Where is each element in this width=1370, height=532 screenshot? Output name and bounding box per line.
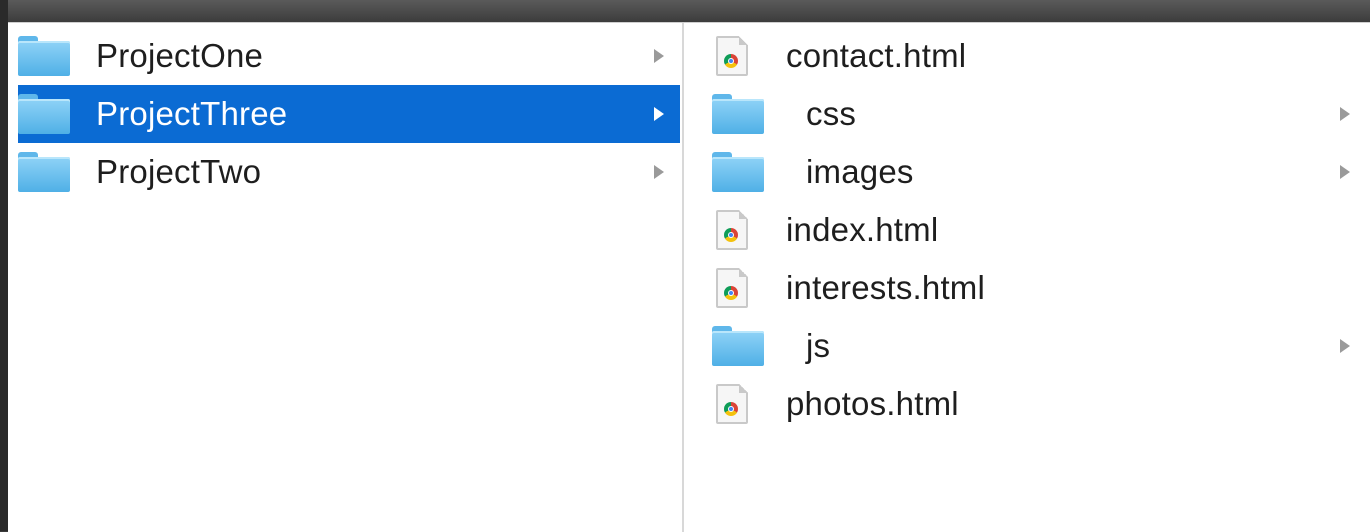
file-label: contact.html [786, 37, 967, 74]
chevron-right-icon [1340, 165, 1350, 179]
folder-icon [712, 326, 764, 366]
chevron-right-icon [1340, 339, 1350, 353]
chevron-right-icon [654, 107, 664, 121]
chevron-right-icon [1340, 107, 1350, 121]
file-label: interests.html [786, 269, 986, 306]
folder-row-projectthree[interactable]: ProjectThree [18, 85, 680, 143]
folder-label: ProjectOne [96, 37, 264, 74]
window-top-bar [0, 0, 1370, 22]
folder-label: ProjectThree [96, 95, 288, 132]
folder-icon [18, 94, 70, 134]
folder-label: ProjectTwo [96, 153, 262, 190]
column-projectthree-contents: contact.html css images index.html inter… [684, 23, 1370, 532]
folder-row-css[interactable]: css [684, 85, 1370, 143]
chevron-right-icon [654, 165, 664, 179]
folder-row-projectone[interactable]: ProjectOne [18, 27, 680, 85]
file-row-index[interactable]: index.html [684, 201, 1370, 259]
file-label: index.html [786, 211, 939, 248]
file-row-contact[interactable]: contact.html [684, 27, 1370, 85]
chrome-html-file-icon [716, 268, 748, 308]
folder-row-images[interactable]: images [684, 143, 1370, 201]
column-projects: ProjectOne ProjectThree ProjectTwo [8, 23, 684, 532]
chrome-html-file-icon [716, 36, 748, 76]
folder-row-projecttwo[interactable]: ProjectTwo [18, 143, 680, 201]
window-left-edge [0, 0, 8, 531]
folder-label: css [806, 95, 857, 132]
folder-icon [712, 152, 764, 192]
chrome-html-file-icon [716, 210, 748, 250]
chevron-right-icon [654, 49, 664, 63]
column-browser: ProjectOne ProjectThree ProjectTwo conta… [8, 22, 1370, 532]
chrome-html-file-icon [716, 384, 748, 424]
folder-icon [18, 36, 70, 76]
file-row-photos[interactable]: photos.html [684, 375, 1370, 433]
file-row-interests[interactable]: interests.html [684, 259, 1370, 317]
folder-icon [18, 152, 70, 192]
folder-icon [712, 94, 764, 134]
folder-label: js [806, 327, 831, 364]
file-label: photos.html [786, 385, 959, 422]
folder-row-js[interactable]: js [684, 317, 1370, 375]
folder-label: images [806, 153, 914, 190]
